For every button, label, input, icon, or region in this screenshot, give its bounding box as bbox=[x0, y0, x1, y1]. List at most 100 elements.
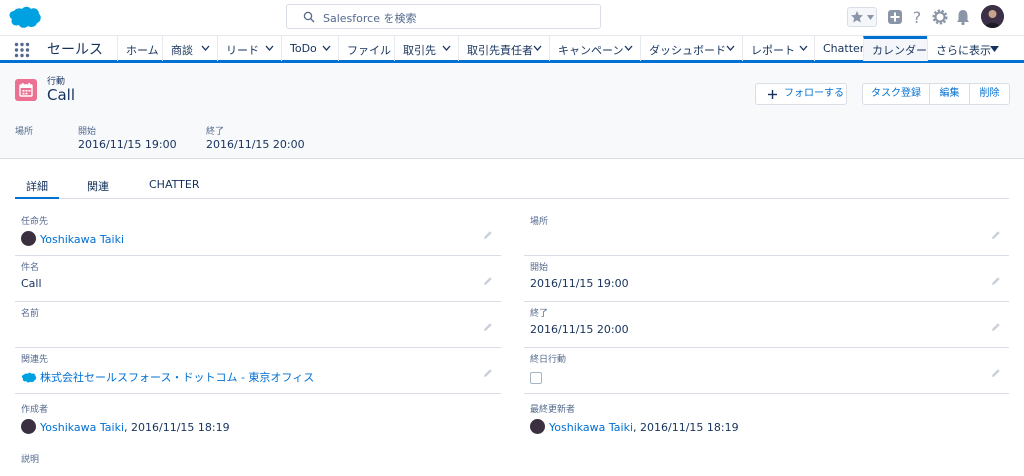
pencil-icon[interactable] bbox=[483, 368, 493, 378]
field-value: Call bbox=[21, 277, 42, 290]
new-task-button[interactable]: タスク登録 bbox=[863, 84, 929, 104]
field-all-day-event: 終日行動 bbox=[524, 348, 1009, 394]
user-avatar[interactable] bbox=[981, 5, 1004, 28]
field-label: 場所 bbox=[530, 217, 549, 227]
highlights-panel: 場所 開始 2016/11/15 19:00 終了 2016/11/15 20:… bbox=[0, 115, 1024, 159]
page-title: Call bbox=[47, 86, 76, 104]
tab-label: 詳細 bbox=[26, 180, 48, 193]
field-label: 作成者 bbox=[21, 405, 49, 415]
chevron-down-icon[interactable] bbox=[442, 45, 451, 52]
highlight-value-start: 2016/11/15 19:00 bbox=[78, 138, 177, 151]
nav-item-label: レポート bbox=[751, 44, 795, 57]
search-icon bbox=[303, 11, 315, 23]
chevron-down-icon[interactable] bbox=[201, 45, 210, 52]
related-account-link[interactable]: 株式会社セールスフォース・ドットコム - 東京オフィス bbox=[40, 371, 314, 384]
nav-item-leads[interactable]: リード bbox=[217, 36, 281, 61]
calendar-icon bbox=[19, 83, 33, 97]
plus-icon bbox=[768, 90, 777, 99]
gear-icon[interactable] bbox=[930, 7, 950, 27]
field-value: Yoshikawa Taiki bbox=[21, 231, 124, 246]
assigned-user-link[interactable]: Yoshikawa Taiki bbox=[40, 233, 124, 246]
global-header: Salesforce を検索 ? bbox=[0, 0, 1024, 35]
nav-item-label: さらに表示 bbox=[936, 44, 991, 57]
help-icon[interactable]: ? bbox=[907, 7, 927, 27]
user-avatar-small bbox=[21, 231, 36, 246]
nav-item-label: リード bbox=[226, 44, 259, 57]
app-name: セールス bbox=[47, 42, 103, 58]
user-photo-icon bbox=[981, 5, 1004, 28]
tab-related[interactable]: 関連 bbox=[87, 178, 109, 194]
pencil-icon[interactable] bbox=[991, 322, 1001, 332]
field-value: Yoshikawa Taiki, 2016/11/15 18:19 bbox=[21, 419, 230, 434]
highlight-label-end: 終了 bbox=[206, 127, 225, 137]
delete-label: 削除 bbox=[979, 88, 1000, 99]
field-name: 名前 bbox=[15, 302, 501, 348]
global-create-icon[interactable] bbox=[885, 7, 905, 27]
chevron-down-icon[interactable] bbox=[265, 45, 274, 52]
field-label: 最終更新者 bbox=[530, 405, 576, 415]
chevron-down-icon[interactable] bbox=[533, 45, 542, 52]
chevron-down-icon[interactable] bbox=[799, 45, 808, 52]
pencil-icon[interactable] bbox=[991, 368, 1001, 378]
pencil-icon[interactable] bbox=[991, 230, 1001, 240]
app-navigation-bar: セールス ホーム 商談 リード ToDo ファイル 取引先 取引先責任者 キャン… bbox=[0, 35, 1024, 63]
nav-item-label: 商談 bbox=[171, 44, 193, 57]
highlight-label-location: 場所 bbox=[15, 127, 34, 137]
global-search[interactable]: Salesforce を検索 bbox=[286, 4, 601, 29]
tab-label: 関連 bbox=[87, 180, 109, 193]
edit-button[interactable]: 編集 bbox=[930, 84, 969, 104]
notification-bell-icon[interactable] bbox=[953, 7, 973, 27]
salesforce-logo[interactable] bbox=[8, 5, 42, 29]
nav-item-opportunities[interactable]: 商談 bbox=[162, 36, 217, 61]
nav-item-contacts[interactable]: 取引先責任者 bbox=[458, 36, 549, 61]
modified-by-user-link[interactable]: Yoshikawa Taiki bbox=[549, 421, 633, 434]
field-assigned-to: 任命先 Yoshikawa Taiki bbox=[15, 210, 501, 256]
nav-item-label: キャンペーン bbox=[558, 44, 624, 57]
delete-button[interactable]: 削除 bbox=[970, 84, 1009, 104]
pencil-icon[interactable] bbox=[483, 322, 493, 332]
field-value: 株式会社セールスフォース・ドットコム - 東京オフィス bbox=[21, 369, 314, 385]
chevron-down-icon[interactable] bbox=[322, 45, 331, 52]
field-label: 名前 bbox=[21, 309, 40, 319]
all-day-checkbox[interactable] bbox=[530, 372, 542, 384]
chevron-down-icon[interactable] bbox=[726, 45, 735, 52]
field-location: 場所 bbox=[524, 210, 1009, 256]
nav-item-accounts[interactable]: 取引先 bbox=[394, 36, 458, 61]
record-header: 行動 Call フォローする タスク登録 編集 削除 bbox=[0, 63, 1024, 115]
field-value: 2016/11/15 20:00 bbox=[530, 323, 629, 336]
pencil-icon[interactable] bbox=[483, 276, 493, 286]
nav-item-label: Chatter bbox=[823, 42, 865, 55]
field-related-to: 関連先 株式会社セールスフォース・ドットコム - 東京オフィス bbox=[15, 348, 501, 394]
highlight-label-start: 開始 bbox=[78, 127, 97, 137]
nav-item-reports[interactable]: レポート bbox=[742, 36, 814, 61]
nav-item-calendar[interactable]: カレンダー bbox=[863, 36, 927, 61]
nav-item-files[interactable]: ファイル bbox=[338, 36, 394, 61]
follow-button[interactable]: フォローする bbox=[755, 83, 847, 105]
created-by-user-link[interactable]: Yoshikawa Taiki bbox=[40, 421, 124, 434]
tab-details[interactable]: 詳細 bbox=[15, 178, 59, 199]
pencil-icon[interactable] bbox=[483, 230, 493, 240]
chevron-down-icon[interactable] bbox=[624, 45, 633, 52]
nav-item-label: ファイル bbox=[347, 44, 391, 57]
nav-item-label: ホーム bbox=[126, 44, 159, 57]
field-value: 2016/11/15 19:00 bbox=[530, 277, 629, 290]
field-last-modified-by: 最終更新者 Yoshikawa Taiki, 2016/11/15 18:19 bbox=[524, 398, 1009, 444]
modified-date: , 2016/11/15 18:19 bbox=[633, 421, 739, 434]
nav-item-chatter[interactable]: Chatter bbox=[814, 36, 865, 61]
pencil-icon[interactable] bbox=[991, 276, 1001, 286]
nav-item-dashboards[interactable]: ダッシュボード bbox=[640, 36, 742, 61]
tab-label: CHATTER bbox=[149, 178, 200, 191]
chevron-down-icon bbox=[867, 15, 874, 20]
caret-down-icon bbox=[990, 46, 999, 52]
nav-item-campaigns[interactable]: キャンペーン bbox=[549, 36, 640, 61]
user-avatar-small bbox=[530, 419, 545, 434]
salesforce-cloud-icon bbox=[21, 372, 37, 383]
tab-chatter[interactable]: CHATTER bbox=[149, 178, 199, 191]
nav-item-home[interactable]: ホーム bbox=[117, 36, 162, 61]
app-launcher-icon[interactable] bbox=[14, 42, 30, 58]
nav-item-label: カレンダー bbox=[872, 44, 927, 57]
field-label: 件名 bbox=[21, 263, 40, 273]
nav-item-more[interactable]: さらに表示 bbox=[927, 36, 1007, 61]
nav-item-todo[interactable]: ToDo bbox=[281, 36, 338, 61]
favorites-button[interactable] bbox=[847, 7, 877, 27]
